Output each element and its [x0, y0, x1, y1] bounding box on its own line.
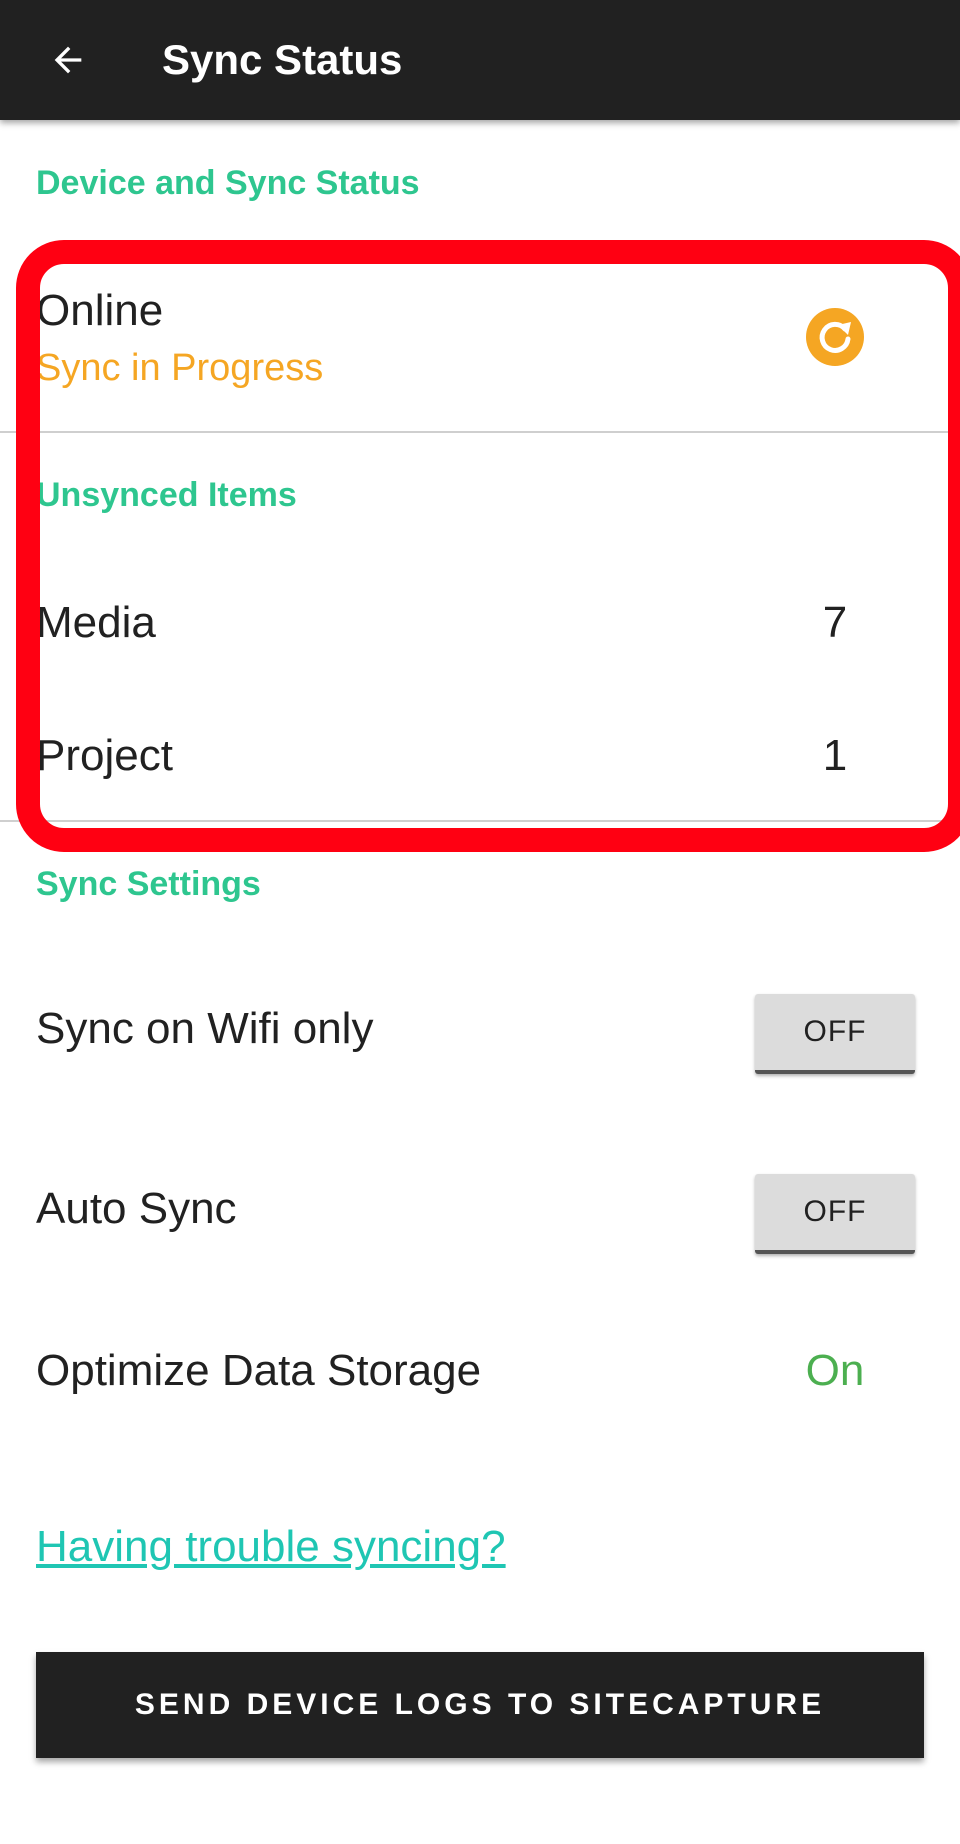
- app-bar: Sync Status: [0, 0, 960, 120]
- connection-status: Online: [36, 286, 164, 335]
- sync-status-text: Sync in Progress: [36, 347, 324, 389]
- unsynced-media-count: 7: [822, 598, 848, 647]
- divider: [0, 431, 960, 433]
- trouble-syncing-link[interactable]: Having trouble syncing?: [36, 1522, 506, 1572]
- refresh-icon[interactable]: [806, 308, 864, 366]
- refresh-glyph: [819, 321, 851, 353]
- divider: [0, 820, 960, 822]
- back-button[interactable]: [36, 28, 100, 92]
- optimize-storage-value[interactable]: On: [795, 1346, 875, 1396]
- wifi-only-label: Sync on Wifi only: [36, 1004, 374, 1053]
- device-sync-section-header: Device and Sync Status: [36, 164, 420, 202]
- send-logs-button[interactable]: SEND DEVICE LOGS TO SITECAPTURE: [36, 1652, 924, 1758]
- page-title: Sync Status: [162, 36, 403, 83]
- arrow-back-icon: [54, 46, 82, 74]
- sync-settings-section-header: Sync Settings: [36, 865, 261, 903]
- unsynced-project-count: 1: [822, 731, 848, 780]
- unsynced-section-header: Unsynced Items: [36, 476, 297, 514]
- auto-sync-label: Auto Sync: [36, 1184, 237, 1233]
- optimize-storage-label: Optimize Data Storage: [36, 1346, 482, 1395]
- wifi-only-toggle[interactable]: OFF: [755, 994, 915, 1074]
- unsynced-project-label: Project: [36, 731, 173, 780]
- auto-sync-toggle[interactable]: OFF: [755, 1174, 915, 1254]
- unsynced-media-label: Media: [36, 598, 156, 647]
